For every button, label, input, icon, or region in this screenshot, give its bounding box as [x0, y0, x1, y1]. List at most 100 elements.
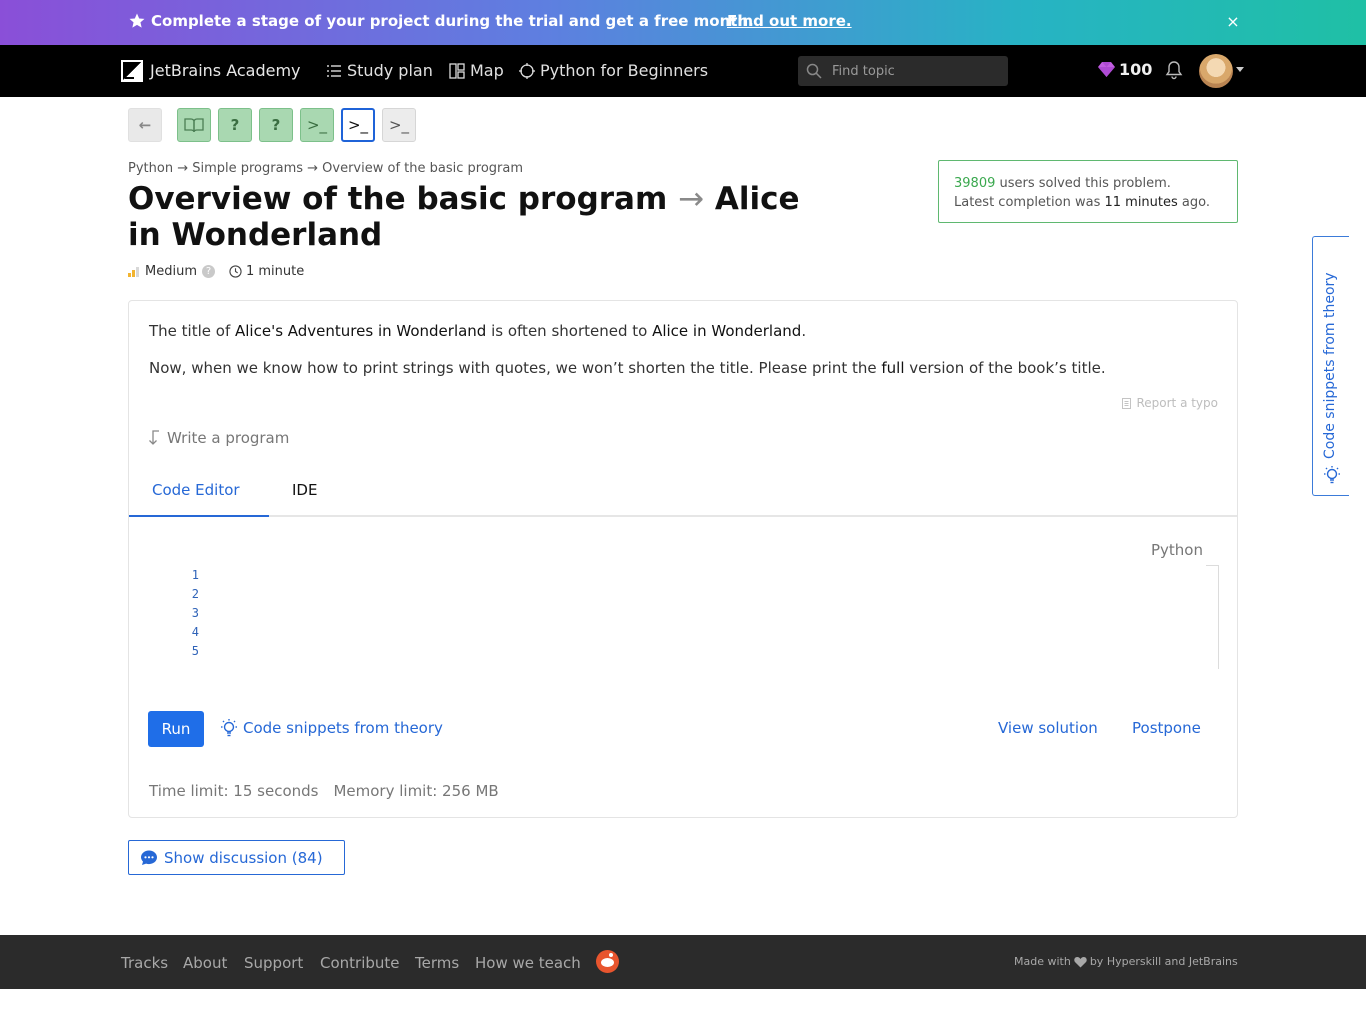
code-snippets-side-tab[interactable]: Code snippets from theory — [1312, 236, 1349, 496]
chat-icon — [141, 850, 157, 865]
back-button[interactable]: ← — [128, 108, 162, 142]
made-by-text: by Hyperskill and JetBrains — [1089, 955, 1238, 968]
help-icon[interactable]: ? — [201, 265, 215, 278]
latest-completion-suffix: ago. — [1177, 195, 1210, 210]
nav-study-plan-label: Study plan — [347, 61, 433, 80]
promo-message: Complete a stage of your project during … — [151, 12, 754, 30]
report-typo-label: Report a typo — [1136, 396, 1218, 410]
task-paragraph-1: The title of Alice's Adventures in Wonde… — [149, 322, 807, 340]
footer-link-about[interactable]: About — [183, 954, 227, 972]
lightbulb-icon — [221, 719, 237, 737]
solved-stats-box: 39809 users solved this problem. Latest … — [938, 160, 1238, 223]
editor-tabs: Code Editor IDE — [129, 471, 1237, 517]
step-quiz-2[interactable]: ? — [259, 108, 293, 142]
title-arrow: → — [678, 181, 705, 217]
arrow-down-icon — [149, 430, 159, 445]
map-icon — [449, 62, 465, 79]
latest-completion-time: 11 minutes — [1104, 195, 1178, 210]
arrow-left-icon: ← — [138, 116, 152, 134]
document-icon — [1122, 397, 1132, 409]
tab-code-editor[interactable]: Code Editor — [129, 481, 269, 517]
step-code-current[interactable]: >_ — [341, 108, 375, 142]
search-box[interactable] — [798, 56, 1008, 86]
write-program-heading: Write a program — [147, 429, 289, 447]
code-snippets-button[interactable]: Code snippets from theory — [219, 718, 443, 738]
heart-icon — [1074, 956, 1087, 967]
question-icon: ? — [230, 116, 240, 134]
book-icon — [184, 118, 204, 133]
page-title: Overview of the basic program → Alice in… — [128, 181, 828, 253]
step-quiz-1[interactable]: ? — [218, 108, 252, 142]
task-paragraph-2: Now, when we know how to print strings w… — [149, 359, 1106, 377]
footer-link-how-we-teach[interactable]: How we teach — [475, 954, 581, 972]
line-number: 2 — [191, 587, 199, 601]
star-icon — [129, 13, 145, 28]
line-number: 1 — [191, 568, 199, 582]
breadcrumb[interactable]: Python → Simple programs → Overview of t… — [128, 161, 523, 176]
list-icon — [327, 64, 341, 77]
show-discussion-button[interactable]: Show discussion (84) — [128, 840, 345, 875]
line-number: 5 — [191, 644, 199, 658]
jetbrains-logo-icon[interactable] — [121, 60, 143, 82]
line-numbers: 1 2 3 4 5 — [184, 566, 199, 661]
gem-icon — [1098, 62, 1115, 77]
editor-scrollbar[interactable] — [1206, 565, 1219, 669]
solved-text: users solved this problem. — [995, 176, 1171, 191]
latest-completion-text: Latest completion was — [954, 195, 1105, 210]
bell-icon[interactable] — [1165, 60, 1183, 80]
step-code-next[interactable]: >_ — [382, 108, 416, 142]
language-label[interactable]: Python — [1151, 541, 1203, 559]
postpone-link[interactable]: Postpone — [1132, 719, 1201, 737]
footer-link-terms[interactable]: Terms — [415, 954, 459, 972]
close-icon[interactable]: × — [1225, 12, 1241, 32]
top-nav: JetBrains Academy Study plan Map Python … — [0, 45, 1366, 97]
tab-ide[interactable]: IDE — [269, 481, 340, 517]
question-icon: ? — [271, 116, 281, 134]
track-icon — [519, 62, 535, 79]
promo-find-out-more-link[interactable]: Find out more. — [727, 12, 852, 30]
search-input[interactable] — [832, 61, 997, 81]
nav-map[interactable]: Map — [449, 61, 504, 80]
show-discussion-label: Show discussion (84) — [164, 848, 323, 867]
footer-link-contribute[interactable]: Contribute — [320, 954, 400, 972]
title-topic: Overview of the basic program — [128, 181, 668, 217]
memory-limit: Memory limit: 256 MB — [333, 782, 499, 800]
avatar[interactable] — [1199, 54, 1233, 88]
footer-link-tracks[interactable]: Tracks — [121, 954, 168, 972]
gems-counter[interactable]: 100 — [1098, 60, 1152, 79]
step-code-1[interactable]: >_ — [300, 108, 334, 142]
step-theory[interactable] — [177, 108, 211, 142]
line-number: 4 — [191, 625, 199, 639]
view-solution-link[interactable]: View solution — [998, 719, 1098, 737]
search-icon — [806, 63, 822, 79]
code-snippets-label: Code snippets from theory — [243, 719, 443, 737]
solved-count: 39809 — [954, 176, 996, 191]
reddit-icon[interactable] — [596, 950, 619, 973]
terminal-icon: >_ — [347, 116, 369, 134]
limits: Time limit: 15 seconds Memory limit: 256 … — [149, 782, 499, 800]
nav-study-plan[interactable]: Study plan — [326, 61, 433, 80]
side-tab-label: Code snippets from theory — [1322, 272, 1338, 459]
chevron-down-icon[interactable] — [1236, 67, 1244, 72]
clock-icon — [229, 265, 242, 278]
nav-track-label: Python for Beginners — [540, 61, 709, 80]
made-with-text: Made with — [1014, 955, 1071, 968]
logo-text[interactable]: JetBrains Academy — [150, 61, 301, 80]
lightbulb-icon — [1324, 466, 1340, 484]
write-program-label: Write a program — [167, 429, 290, 447]
promo-banner: Complete a stage of your project during … — [0, 0, 1366, 45]
time-limit: Time limit: 15 seconds — [149, 782, 319, 800]
gems-count: 100 — [1119, 60, 1153, 79]
difficulty-bars-icon — [128, 266, 139, 277]
footer-link-support[interactable]: Support — [244, 954, 303, 972]
nav-track[interactable]: Python for Beginners — [519, 61, 708, 80]
difficulty-label: Medium — [145, 264, 197, 279]
duration-label: 1 minute — [245, 264, 305, 279]
terminal-icon: >_ — [306, 116, 328, 134]
report-typo-link[interactable]: Report a typo — [1121, 396, 1218, 410]
nav-map-label: Map — [470, 61, 504, 80]
line-number: 3 — [191, 606, 199, 620]
task-meta: Medium ? 1 minute — [128, 264, 304, 279]
footer: Tracks About Support Contribute Terms Ho… — [0, 935, 1366, 989]
run-button[interactable]: Run — [148, 711, 204, 747]
